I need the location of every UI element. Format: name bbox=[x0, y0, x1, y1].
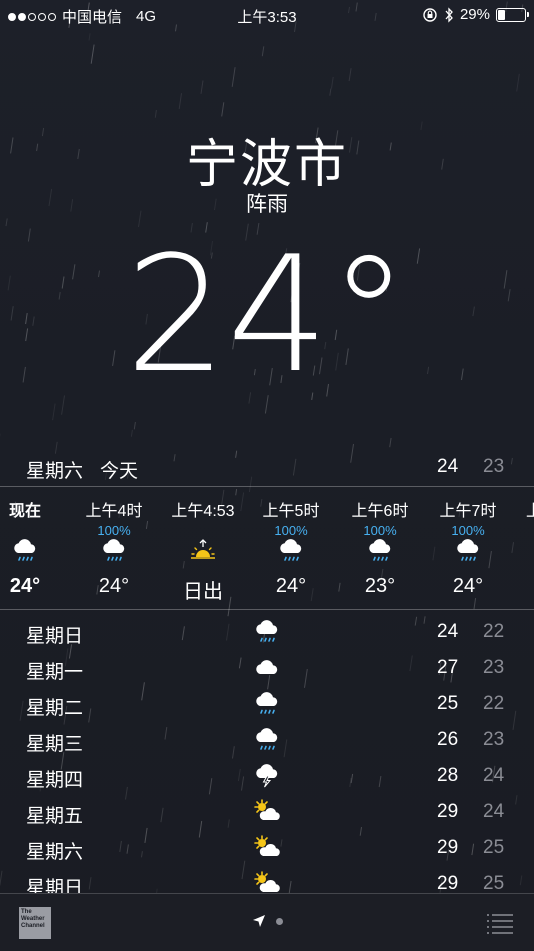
daily-low: 22 bbox=[483, 693, 504, 715]
battery-icon bbox=[496, 8, 526, 22]
rain-cloud-icon bbox=[252, 726, 282, 752]
daily-day: 星期六 bbox=[26, 837, 83, 864]
hour-precip: 100% bbox=[247, 523, 335, 538]
location-arrow-icon[interactable] bbox=[252, 914, 266, 928]
daily-low: 24 bbox=[483, 765, 504, 787]
bottom-toolbar: The Weather Channel bbox=[0, 893, 534, 951]
hourly-forecast[interactable]: 现在 24° 上午4时 100% 24° 上午4:53 日出 上午5时 100%… bbox=[0, 486, 534, 610]
hour-temp: 24° bbox=[424, 575, 512, 598]
hour-temp: 24° bbox=[0, 575, 69, 598]
battery-percent: 29% bbox=[460, 6, 490, 23]
partly-sunny-icon bbox=[252, 834, 282, 860]
daily-high: 26 bbox=[437, 729, 458, 751]
hour-precip: 100% bbox=[70, 523, 158, 538]
hour-precip: 100% bbox=[424, 523, 512, 538]
hour-time: 上午5时 bbox=[247, 497, 335, 521]
hour-time: 上午6时 bbox=[336, 497, 424, 521]
today-high: 24 bbox=[437, 456, 458, 478]
daily-high: 28 bbox=[437, 765, 458, 787]
daily-low: 23 bbox=[483, 657, 504, 679]
bluetooth-icon bbox=[444, 7, 454, 23]
daily-row: 星期一 27 23 bbox=[0, 650, 534, 686]
hour-temp: 24° bbox=[247, 575, 335, 598]
current-temperature: 24° bbox=[0, 230, 534, 400]
today-low: 23 bbox=[483, 456, 504, 478]
hour-item-partial: 上 bbox=[526, 497, 534, 521]
hour-temp: 24° bbox=[70, 575, 158, 598]
cloud-icon bbox=[252, 654, 282, 680]
rain-cloud-icon bbox=[252, 618, 282, 644]
hour-time: 上午4时 bbox=[70, 497, 158, 521]
list-icon[interactable] bbox=[486, 912, 514, 934]
daily-row: 星期三 26 23 bbox=[0, 722, 534, 758]
daily-day: 星期三 bbox=[26, 729, 83, 756]
daily-low: 25 bbox=[483, 837, 504, 859]
daily-high: 25 bbox=[437, 693, 458, 715]
daily-high: 27 bbox=[437, 657, 458, 679]
rain-cloud-icon bbox=[252, 690, 282, 716]
rain-cloud-icon bbox=[365, 537, 395, 563]
rain-cloud-icon bbox=[10, 537, 40, 563]
rain-cloud-icon bbox=[99, 537, 129, 563]
daily-day: 星期二 bbox=[26, 693, 83, 720]
daily-row: 星期四 28 24 bbox=[0, 758, 534, 794]
daily-row: 星期六 29 25 bbox=[0, 830, 534, 866]
today-day: 星期六 bbox=[26, 456, 83, 483]
status-bar: 中国电信 4G 上午3:53 29% bbox=[0, 0, 534, 30]
daily-day: 星期四 bbox=[26, 765, 83, 792]
page-dot-icon[interactable] bbox=[276, 918, 283, 925]
weather-channel-logo[interactable]: The Weather Channel bbox=[19, 907, 51, 939]
rain-cloud-icon bbox=[453, 537, 483, 563]
hour-temp: 23° bbox=[336, 575, 424, 598]
sunrise-icon bbox=[188, 537, 218, 563]
daily-low: 24 bbox=[483, 801, 504, 823]
daily-low: 25 bbox=[483, 873, 504, 895]
hour-sunrise-label: 日出 bbox=[159, 575, 247, 604]
daily-day: 星期五 bbox=[26, 801, 83, 828]
partly-sunny-icon bbox=[252, 798, 282, 824]
daily-high: 24 bbox=[437, 621, 458, 643]
rain-cloud-icon bbox=[276, 537, 306, 563]
city-name: 宁波市 bbox=[0, 122, 534, 197]
daily-high: 29 bbox=[437, 837, 458, 859]
daily-row: 星期日 24 22 bbox=[0, 614, 534, 650]
thunderstorm-icon bbox=[252, 762, 282, 788]
daily-day: 星期日 bbox=[26, 621, 83, 648]
hour-precip: 100% bbox=[336, 523, 424, 538]
condition-text: 阵雨 bbox=[0, 188, 534, 218]
today-summary-row: 星期六 今天 24 23 bbox=[0, 452, 534, 484]
daily-row: 星期二 25 22 bbox=[0, 686, 534, 722]
daily-row: 星期五 29 24 bbox=[0, 794, 534, 830]
rotation-lock-icon bbox=[422, 7, 438, 23]
daily-day: 星期一 bbox=[26, 657, 83, 684]
hour-time: 上午7时 bbox=[424, 497, 512, 521]
daily-high: 29 bbox=[437, 801, 458, 823]
hour-time: 现在 bbox=[0, 497, 69, 521]
daily-low: 22 bbox=[483, 621, 504, 643]
hour-time: 上午4:53 bbox=[159, 497, 247, 521]
daily-high: 29 bbox=[437, 873, 458, 895]
today-label: 今天 bbox=[100, 456, 138, 483]
daily-low: 23 bbox=[483, 729, 504, 751]
